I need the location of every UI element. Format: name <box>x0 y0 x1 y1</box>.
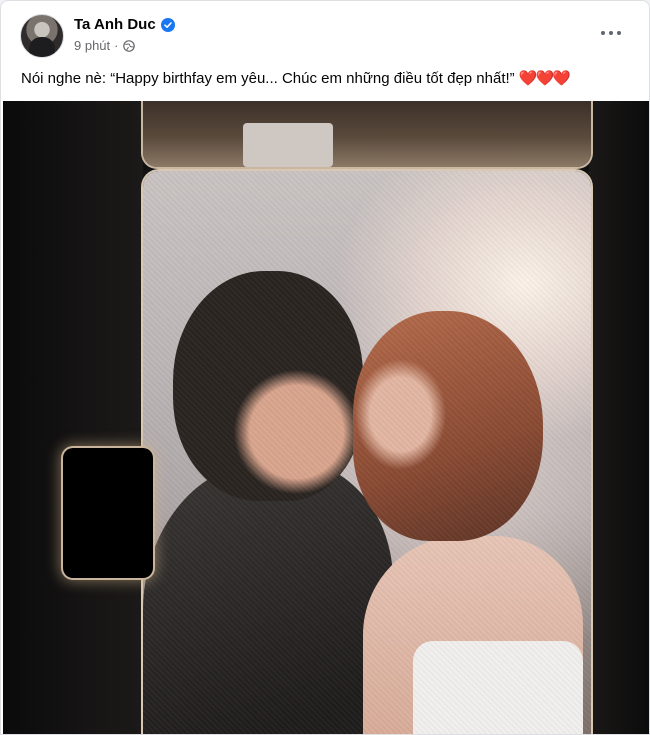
globe-icon[interactable] <box>122 39 135 52</box>
frame-top-detail <box>243 123 333 167</box>
more-options-icon[interactable] <box>593 21 629 45</box>
author-name-row: Ta Anh Duc <box>74 16 175 33</box>
author-avatar[interactable] <box>20 14 64 58</box>
woman-dress <box>413 641 583 734</box>
post-caption: Nói nghe nè: “Happy birthfay em yêu... C… <box>21 69 631 89</box>
meta-separator: · <box>114 38 119 53</box>
verified-badge-icon <box>160 17 175 32</box>
caption-text: Nói nghe nè: “Happy birthfay em yêu... C… <box>21 70 515 87</box>
man-figure-body <box>143 461 393 734</box>
photo-backdrop-left <box>3 101 143 734</box>
film-frame-main <box>143 171 591 734</box>
avatar-figure <box>29 37 55 57</box>
post-photo[interactable] <box>3 101 649 734</box>
man-figure-head <box>173 271 363 501</box>
author-name[interactable]: Ta Anh Duc <box>74 16 156 33</box>
film-side-window <box>63 448 153 578</box>
film-frame-top <box>143 101 591 167</box>
photo-backdrop-right <box>589 101 649 734</box>
post-header: Ta Anh Duc 9 phút · <box>1 1 649 61</box>
facebook-post-card: Ta Anh Duc 9 phút · Nói nghe nè: “Happy … <box>0 0 650 735</box>
post-time[interactable]: 9 phút <box>74 38 110 53</box>
post-meta: 9 phút · <box>74 38 135 53</box>
woman-figure-head <box>353 311 543 541</box>
heart-emoji-icons: ❤️❤️❤️ <box>518 70 571 87</box>
